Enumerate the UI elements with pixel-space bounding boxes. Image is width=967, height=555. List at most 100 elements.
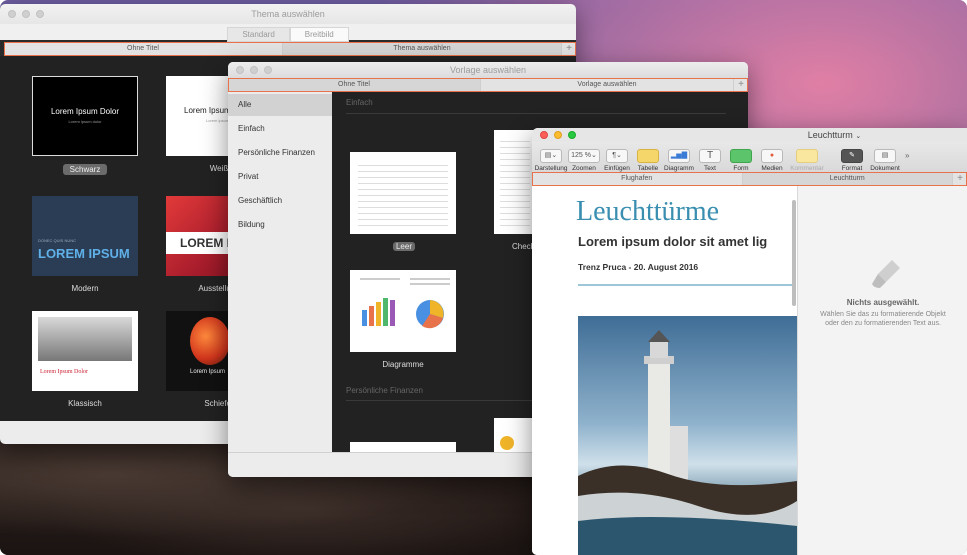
toolbar-format[interactable]: ✎ Format xyxy=(837,144,867,172)
document-subtitle[interactable]: Lorem ipsum dolor sit amet lig xyxy=(578,234,767,249)
paragraph-icon: ¶⌄ xyxy=(606,149,628,163)
table-icon xyxy=(637,149,659,163)
close-button[interactable] xyxy=(540,131,548,139)
toolbar-form[interactable]: Form xyxy=(726,144,756,172)
theme-preview-title: LOREM IPSUM xyxy=(38,246,130,261)
view-icon: ▤⌄ xyxy=(540,149,562,163)
inspector-hint: Wählen Sie das zu formatierende Objekt o… xyxy=(820,311,946,327)
zoom-icon: 125 %⌄ xyxy=(568,149,600,163)
template-leer[interactable] xyxy=(350,152,456,234)
toolbar-label: Einfügen xyxy=(604,165,630,172)
zoom-button[interactable] xyxy=(568,131,576,139)
new-tab-plus-icon[interactable]: + xyxy=(953,172,967,186)
category-geschaeftlich[interactable]: Geschäftlich xyxy=(228,190,332,212)
segment-breitbild[interactable]: Breitbild xyxy=(289,27,349,42)
toolbar-label: Dokument xyxy=(870,165,900,172)
screenshot-frame: Thema auswählen Standard Breitbild Ohne T… xyxy=(0,0,967,555)
toolbar-diagramm[interactable]: ▂▅▇ Diagramm xyxy=(664,144,694,172)
document-scrollbar[interactable] xyxy=(792,200,796,306)
template-window-title: Vorlage auswählen xyxy=(449,65,527,75)
chart-icon: ▂▅▇ xyxy=(668,149,690,163)
document-toolbar: ▤⌄ Darstellung 125 %⌄ Zoomen ¶⌄ Einfügen… xyxy=(532,142,967,172)
template-label: Diagramme xyxy=(382,360,424,369)
document-author-date[interactable]: Trenz Pruca - 20. August 2016 xyxy=(578,262,698,272)
toolbar-tabelle[interactable]: Tabelle xyxy=(633,144,663,172)
category-alle[interactable]: Alle xyxy=(228,94,332,116)
window-controls xyxy=(236,66,272,74)
theme-item-modern[interactable]: DONEC QUIS NUNC LOREM IPSUM Modern xyxy=(32,196,138,293)
format-brush-icon: ✎ xyxy=(841,149,863,163)
zoom-button[interactable] xyxy=(264,66,272,74)
theme-item-klassisch[interactable]: Lorem Ipsum Dolor Klassisch xyxy=(32,311,138,408)
tab-thema-auswaehlen[interactable]: Thema auswählen xyxy=(283,42,562,56)
minimize-button[interactable] xyxy=(554,131,562,139)
bridge-photo xyxy=(38,317,132,361)
category-privat[interactable]: Privat xyxy=(228,166,332,188)
toolbar-darstellung[interactable]: ▤⌄ Darstellung xyxy=(534,144,568,172)
new-tab-plus-icon[interactable]: + xyxy=(562,42,576,56)
theme-window-title: Thema auswählen xyxy=(251,9,325,19)
format-inspector: Nichts ausgewählt. Wählen Sie das zu for… xyxy=(797,186,967,555)
finance-chart-preview xyxy=(500,436,514,450)
zoom-value: 125 % xyxy=(571,152,591,159)
paintbrush-icon xyxy=(872,260,900,288)
document-title[interactable]: Leuchtturm xyxy=(638,130,853,140)
theme-preview-title: Lorem Ipsum Dolor xyxy=(40,369,88,375)
theme-thumbnail: Lorem Ipsum Dolor xyxy=(32,311,138,391)
theme-preview-title: Lorem Ipsum xyxy=(190,369,226,375)
toolbar-label: Tabelle xyxy=(637,165,659,172)
text-icon: T xyxy=(699,149,721,163)
theme-item-schwarz[interactable]: Lorem Ipsum Dolor Lorem ipsum dolor Schw… xyxy=(32,76,138,175)
close-button[interactable] xyxy=(8,10,16,18)
new-tab-plus-icon[interactable]: + xyxy=(734,78,748,92)
comment-icon xyxy=(796,149,818,163)
tab-flughafen[interactable]: Flughafen xyxy=(532,172,743,186)
lighthouse-illustration xyxy=(578,330,797,555)
segment-standard[interactable]: Standard xyxy=(227,27,290,42)
tab-vorlage-auswaehlen[interactable]: Vorlage auswählen xyxy=(481,78,734,92)
toolbar-label: Medien xyxy=(761,165,783,172)
template-finance-1[interactable] xyxy=(350,442,456,452)
toolbar-zoomen[interactable]: 125 %⌄ Zoomen xyxy=(567,144,601,172)
category-einfach[interactable]: Einfach xyxy=(228,118,332,140)
theme-preview-title: Lorem Ipsum Dolor xyxy=(50,107,120,116)
title-chevron-icon[interactable]: ⌄ xyxy=(855,133,861,140)
toolbar-label: Format xyxy=(841,165,863,172)
category-persoenliche-finanzen[interactable]: Persönliche Finanzen xyxy=(228,142,332,164)
minimize-button[interactable] xyxy=(22,10,30,18)
tab-leuchtturm[interactable]: Leuchtturm xyxy=(742,172,953,186)
lighthouse-photo[interactable] xyxy=(578,316,797,555)
category-bildung[interactable]: Bildung xyxy=(228,214,332,236)
toolbar-medien[interactable]: ● Medien xyxy=(757,144,787,172)
template-window-titlebar: Vorlage auswählen xyxy=(228,62,748,78)
theme-window-tabbar: Ohne Titel Thema auswählen + xyxy=(4,42,576,56)
tab-ohne-titel[interactable]: Ohne Titel xyxy=(228,78,481,92)
parrot-photo xyxy=(190,317,230,365)
document-window-titlebar: Leuchtturm ⌄ xyxy=(532,128,967,142)
close-button[interactable] xyxy=(236,66,244,74)
template-label: Leer xyxy=(393,242,415,251)
theme-thumbnail: DONEC QUIS NUNC LOREM IPSUM xyxy=(32,196,138,276)
toolbar-text[interactable]: T Text xyxy=(695,144,725,172)
toolbar-kommentar[interactable]: Kommentar xyxy=(788,144,826,172)
blank-table-preview xyxy=(358,160,448,226)
template-diagramme[interactable] xyxy=(350,270,456,352)
section-heading-einfach: Einfach xyxy=(346,98,373,107)
window-controls xyxy=(540,131,576,139)
toolbar-overflow-icon[interactable]: » xyxy=(905,151,909,160)
theme-preview-subtitle: Lorem ipsum dolor xyxy=(68,119,102,124)
zoom-button[interactable] xyxy=(36,10,44,18)
document-heading[interactable]: Leuchttürme xyxy=(576,196,719,228)
tab-ohne-titel[interactable]: Ohne Titel xyxy=(4,42,283,56)
theme-label: Klassisch xyxy=(68,399,102,408)
theme-thumbnail: Lorem Ipsum Dolor Lorem ipsum dolor xyxy=(32,76,138,156)
document-icon: ▤ xyxy=(874,149,896,163)
document-window-tabbar: Flughafen Leuchtturm + xyxy=(532,172,967,186)
toolbar-einfuegen[interactable]: ¶⌄ Einfügen xyxy=(602,144,632,172)
theme-window-titlebar: Thema auswählen xyxy=(0,4,576,24)
toolbar-dokument[interactable]: ▤ Dokument xyxy=(868,144,902,172)
aspect-segmented-control: Standard Breitbild xyxy=(0,24,576,42)
document-canvas[interactable]: Leuchttürme Lorem ipsum dolor sit amet l… xyxy=(532,186,797,555)
toolbar-label: Darstellung xyxy=(534,165,568,172)
minimize-button[interactable] xyxy=(250,66,258,74)
